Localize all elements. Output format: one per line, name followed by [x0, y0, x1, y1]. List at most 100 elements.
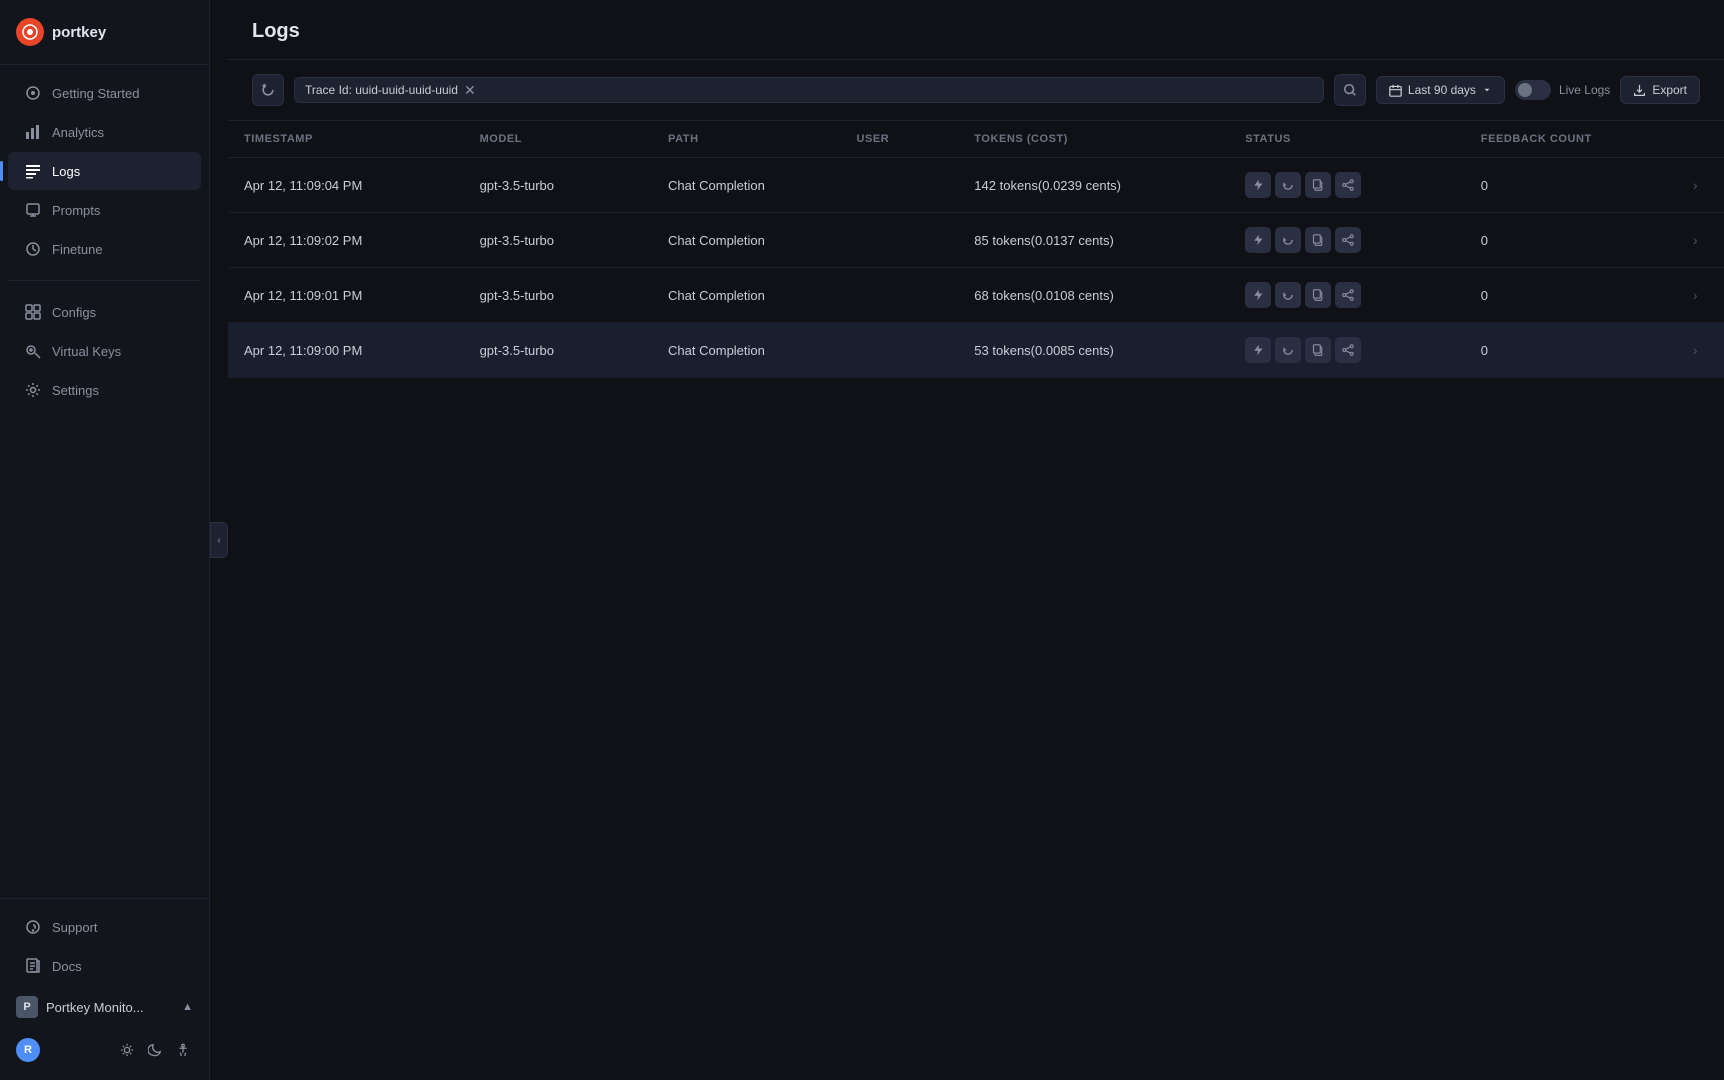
logo[interactable]: portkey — [0, 0, 209, 65]
sidebar-item-configs-label: Configs — [52, 305, 96, 320]
sidebar-nav: Getting Started Analytics Logs Prompts F — [0, 65, 209, 898]
row-expand-icon: › — [1693, 232, 1698, 248]
row-expand-icon: › — [1693, 342, 1698, 358]
sidebar-item-settings[interactable]: Settings — [8, 371, 201, 409]
date-range-label: Last 90 days — [1408, 83, 1476, 97]
status-icon-share[interactable] — [1335, 172, 1361, 198]
sidebar-item-logs-label: Logs — [52, 164, 80, 179]
logs-table: TIMESTAMP MODEL PATH USER TOKENS (COST) — [228, 121, 1724, 378]
cell-tokens: 85 tokens(0.0137 cents) — [958, 213, 1229, 268]
cell-status — [1229, 213, 1465, 268]
cell-status — [1229, 268, 1465, 323]
table-row[interactable]: Apr 12, 11:09:01 PM gpt-3.5-turbo Chat C… — [228, 268, 1724, 323]
search-button[interactable] — [1334, 74, 1366, 106]
virtual-keys-icon — [24, 342, 42, 360]
filter-tag-close-icon[interactable]: ✕ — [464, 83, 476, 97]
cell-timestamp: Apr 12, 11:09:01 PM — [228, 268, 464, 323]
status-icon-refresh[interactable] — [1275, 282, 1301, 308]
status-icon-copy[interactable] — [1305, 337, 1331, 363]
table-row[interactable]: Apr 12, 11:09:02 PM gpt-3.5-turbo Chat C… — [228, 213, 1724, 268]
sidebar-item-configs[interactable]: Configs — [8, 293, 201, 331]
logs-table-container: TIMESTAMP MODEL PATH USER TOKENS (COST) — [228, 121, 1724, 1080]
table-body: Apr 12, 11:09:04 PM gpt-3.5-turbo Chat C… — [228, 158, 1724, 378]
status-icon-share[interactable] — [1335, 337, 1361, 363]
col-header-timestamp: TIMESTAMP — [228, 121, 464, 158]
sidebar-item-support[interactable]: Support — [8, 908, 201, 946]
table-row[interactable]: Apr 12, 11:09:04 PM gpt-3.5-turbo Chat C… — [228, 158, 1724, 213]
status-icon-refresh[interactable] — [1275, 227, 1301, 253]
status-icon-bolt[interactable] — [1245, 282, 1271, 308]
bottom-icons — [117, 1040, 193, 1060]
filter-tag[interactable]: Trace Id: uuid-uuid-uuid-uuid ✕ — [294, 77, 1324, 103]
live-logs-toggle[interactable]: Live Logs — [1515, 80, 1610, 100]
page-header: Logs — [228, 0, 1724, 60]
status-icon-share[interactable] — [1335, 282, 1361, 308]
sidebar-item-getting-started[interactable]: Getting Started — [8, 74, 201, 112]
sidebar-item-finetune[interactable]: Finetune — [8, 230, 201, 268]
sidebar-item-analytics[interactable]: Analytics — [8, 113, 201, 151]
status-icon-refresh[interactable] — [1275, 172, 1301, 198]
cell-feedback: 0 — [1465, 268, 1677, 323]
cell-timestamp: Apr 12, 11:09:00 PM — [228, 323, 464, 378]
cell-arrow: › — [1677, 158, 1724, 213]
status-icon-copy[interactable] — [1305, 172, 1331, 198]
status-icon-bolt[interactable] — [1245, 227, 1271, 253]
cell-user — [841, 213, 959, 268]
support-icon — [24, 918, 42, 936]
cell-path: Chat Completion — [652, 323, 840, 378]
status-icon-copy[interactable] — [1305, 227, 1331, 253]
sidebar-item-docs[interactable]: Docs — [8, 947, 201, 985]
theme-sun-icon[interactable] — [117, 1040, 137, 1060]
sidebar-item-analytics-label: Analytics — [52, 125, 104, 140]
status-icon-refresh[interactable] — [1275, 337, 1301, 363]
workspace-name: Portkey Monito... — [46, 1000, 174, 1015]
status-icon-bolt[interactable] — [1245, 172, 1271, 198]
sidebar-item-logs[interactable]: Logs — [8, 152, 201, 190]
date-range-button[interactable]: Last 90 days — [1376, 76, 1505, 104]
sidebar-collapse-handle[interactable]: ‹ — [210, 522, 228, 558]
cell-path: Chat Completion — [652, 268, 840, 323]
workspace-caret-icon: ▲ — [182, 1001, 193, 1013]
toolbar: Trace Id: uuid-uuid-uuid-uuid ✕ Last 90 … — [228, 60, 1724, 121]
user-row[interactable]: R — [0, 1028, 209, 1072]
sidebar-bottom: Support Docs P Portkey Monito... ▲ R — [0, 898, 209, 1080]
finetune-icon — [24, 240, 42, 258]
cell-arrow: › — [1677, 213, 1724, 268]
sidebar-item-finetune-label: Finetune — [52, 242, 103, 257]
cell-tokens: 142 tokens(0.0239 cents) — [958, 158, 1229, 213]
cell-user — [841, 158, 959, 213]
col-header-path: PATH — [652, 121, 840, 158]
status-icon-bolt[interactable] — [1245, 337, 1271, 363]
cell-status — [1229, 158, 1465, 213]
cell-arrow: › — [1677, 323, 1724, 378]
sidebar-item-prompts[interactable]: Prompts — [8, 191, 201, 229]
export-label: Export — [1652, 83, 1687, 97]
row-expand-icon: › — [1693, 177, 1698, 193]
col-header-model: MODEL — [464, 121, 652, 158]
cell-status — [1229, 323, 1465, 378]
cell-feedback: 0 — [1465, 323, 1677, 378]
sidebar-item-virtual-keys[interactable]: Virtual Keys — [8, 332, 201, 370]
refresh-button[interactable] — [252, 74, 284, 106]
cell-timestamp: Apr 12, 11:09:02 PM — [228, 213, 464, 268]
status-icon-share[interactable] — [1335, 227, 1361, 253]
toggle-switch[interactable] — [1515, 80, 1551, 100]
sidebar-item-virtual-keys-label: Virtual Keys — [52, 344, 121, 359]
logs-icon — [24, 162, 42, 180]
table-row[interactable]: Apr 12, 11:09:00 PM gpt-3.5-turbo Chat C… — [228, 323, 1724, 378]
cell-tokens: 68 tokens(0.0108 cents) — [958, 268, 1229, 323]
cell-tokens: 53 tokens(0.0085 cents) — [958, 323, 1229, 378]
cell-path: Chat Completion — [652, 158, 840, 213]
cell-model: gpt-3.5-turbo — [464, 158, 652, 213]
status-icon-copy[interactable] — [1305, 282, 1331, 308]
sidebar-item-support-label: Support — [52, 920, 98, 935]
export-button[interactable]: Export — [1620, 76, 1700, 104]
table-header: TIMESTAMP MODEL PATH USER TOKENS (COST) — [228, 121, 1724, 158]
workspace-row[interactable]: P Portkey Monito... ▲ — [0, 986, 209, 1028]
theme-moon-icon[interactable] — [145, 1040, 165, 1060]
getting-started-icon — [24, 84, 42, 102]
page-title: Logs — [252, 20, 1700, 43]
cell-model: gpt-3.5-turbo — [464, 268, 652, 323]
accessibility-icon[interactable] — [173, 1040, 193, 1060]
docs-icon — [24, 957, 42, 975]
